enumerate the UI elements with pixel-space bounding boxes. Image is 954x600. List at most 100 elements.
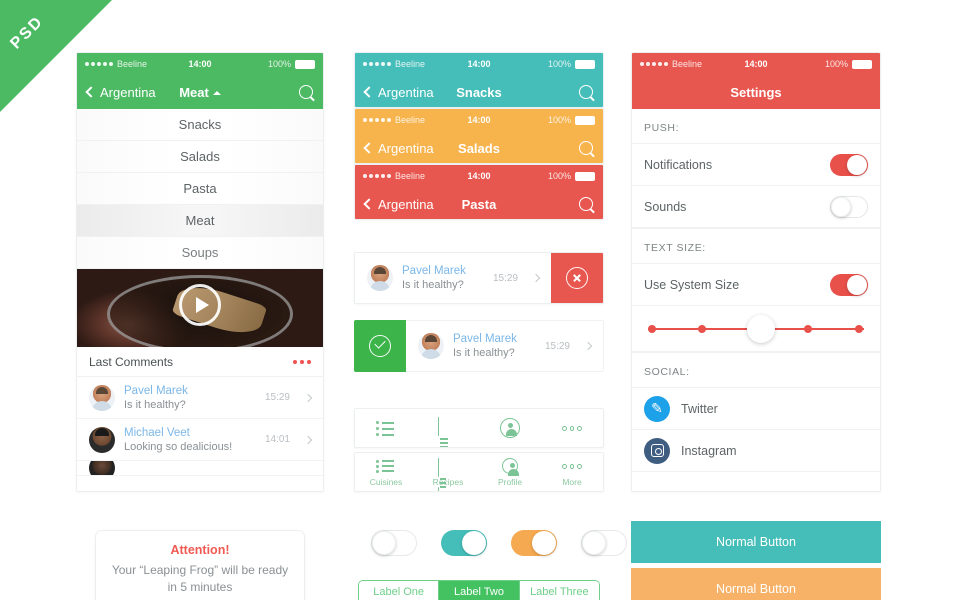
chevron-right-icon [583,341,593,351]
toggle-four[interactable] [581,530,627,556]
status-bar-right: 100% [491,59,595,69]
clock-label: 14:00 [467,115,491,125]
tab-bar-icons-only [354,408,604,448]
setting-row-notifications[interactable]: Notifications [632,144,880,186]
category-dropdown: Snacks Salads Pasta Meat Soups [77,109,323,269]
chevron-left-icon [363,86,375,98]
status-bar: Beeline 14:00 100% [355,109,603,131]
tab-recipes[interactable]: Recipes [417,453,479,491]
comment-row[interactable]: Michael Veet Looking so dealicious! 14:0… [77,419,323,461]
tab-cuisines[interactable] [355,409,417,445]
tab-profile[interactable]: Profile [479,453,541,491]
segment-label-three[interactable]: Label Three [518,581,599,600]
toggle-two[interactable] [441,530,487,556]
segment-label-one[interactable]: Label One [359,581,439,600]
profile-icon [502,458,519,476]
battery-icon [575,115,595,125]
chevron-left-icon [363,142,375,154]
clock-label: 14:00 [467,171,491,181]
comment-time: 15:29 [264,392,290,403]
status-bar-left: Beeline [363,171,467,181]
comment-author: Michael Veet [124,426,190,439]
swipe-row: Pavel Marek Is it healthy? 15:29 [354,320,604,372]
toggle-showcase [371,530,627,556]
use-system-size-toggle[interactable] [830,273,868,296]
document-icon [438,417,458,447]
search-icon[interactable] [579,141,593,155]
setting-row-use-system-size[interactable]: Use System Size [632,264,880,306]
comment-author: Pavel Marek [453,333,517,345]
comment-row[interactable]: Pavel Marek Is it healthy? 15:29 [406,320,604,372]
sounds-toggle[interactable] [830,195,868,218]
search-icon[interactable] [579,197,593,211]
dropdown-item-snacks[interactable]: Snacks [77,109,323,141]
battery-label: 100% [267,59,291,69]
carrier-label: Beeline [395,115,426,125]
comment-row[interactable]: Pavel Marek Is it healthy? 15:29 [77,377,323,419]
nav-bar: Argentina Pasta [355,187,603,219]
tab-bar-with-labels: Cuisines Recipes Profile More [354,452,604,492]
alert-message: Your “Leaping Frog” will be ready in 5 m… [111,563,289,594]
slider-thumb[interactable] [747,314,776,343]
more-icon [562,418,583,438]
tab-more[interactable] [541,409,603,445]
profile-icon [500,418,520,438]
carrier-label: Beeline [672,59,703,69]
social-row-instagram[interactable]: Instagram [632,430,880,472]
tab-more[interactable]: More [541,453,603,491]
dropdown-item-pasta[interactable]: Pasta [77,173,323,205]
nav-bar: Argentina Meat [77,75,323,109]
tab-profile[interactable] [479,409,541,445]
tab-label: Profile [497,477,523,487]
back-label: Argentina [378,140,434,156]
recipe-video-hero[interactable] [77,269,323,347]
tab-cuisines[interactable]: Cuisines [355,453,417,491]
comment-text: Is it healthy? [402,279,464,291]
text-size-slider-row [632,306,880,352]
normal-button-orange[interactable]: Normal Button [631,568,881,600]
text-size-slider[interactable] [648,314,864,343]
normal-button-teal[interactable]: Normal Button [631,521,881,563]
comment-row-partial[interactable] [77,461,323,476]
psd-ribbon [0,0,112,112]
toggle-one[interactable] [371,530,417,556]
phone-navbar-pasta: Beeline 14:00 100% Argentina Pasta [354,164,604,220]
group-label-push: PUSH: [632,109,880,144]
toggle-three[interactable] [511,530,557,556]
search-icon[interactable] [299,85,313,99]
tab-bar [355,409,603,447]
comment-row[interactable]: Pavel Marek Is it healthy? 15:29 [355,253,551,303]
delete-button[interactable] [551,253,603,303]
dropdown-item-meat[interactable]: Meat [77,205,323,237]
dropdown-item-soups[interactable]: Soups [77,237,323,269]
avatar [89,461,115,475]
status-bar-right: 100% [491,115,595,125]
signal-dots-icon [363,62,391,66]
status-bar-left: Beeline [640,59,744,69]
setting-label: Notifications [644,157,713,172]
back-button[interactable]: Argentina [363,85,434,100]
avatar [89,426,115,453]
dropdown-item-salads[interactable]: Salads [77,141,323,173]
signal-dots-icon [363,118,391,122]
setting-row-sounds[interactable]: Sounds [632,186,880,228]
more-icon[interactable] [293,359,311,364]
comment-time: 14:01 [264,434,290,445]
comment-text: Is it healthy? [453,347,515,359]
notifications-toggle[interactable] [830,153,868,176]
status-bar: Beeline 14:00 100% [355,53,603,75]
more-icon [562,459,583,474]
tab-recipes[interactable] [417,409,479,447]
play-icon[interactable] [179,283,221,326]
back-button[interactable]: Argentina [363,197,434,212]
comment-author: Pavel Marek [124,384,188,397]
chevron-left-icon [363,198,375,210]
segment-label-two[interactable]: Label Two [438,581,519,600]
back-button[interactable]: Argentina [363,140,434,156]
status-bar-right: 100% [491,171,595,181]
confirm-button[interactable] [354,320,406,372]
social-row-twitter[interactable]: ✎ Twitter [632,388,880,430]
battery-label: 100% [824,59,848,69]
clock-label: 14:00 [467,59,491,69]
search-icon[interactable] [579,85,593,99]
